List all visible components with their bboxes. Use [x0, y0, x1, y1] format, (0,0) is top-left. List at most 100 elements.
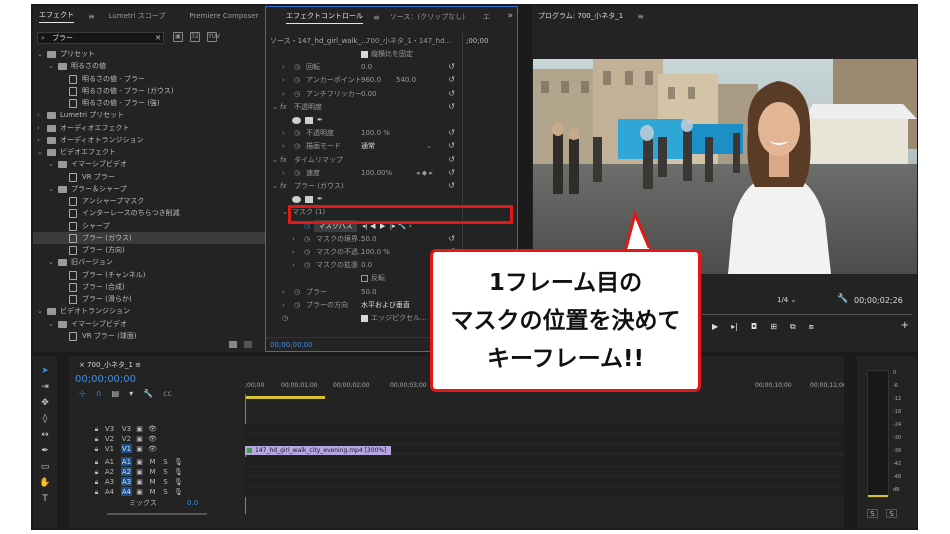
ec-checkbox-row[interactable]: 反転: [361, 272, 385, 284]
tab-premiere-composer[interactable]: Premiere Composer: [189, 12, 258, 20]
track-label[interactable]: V1: [104, 444, 115, 453]
settings-icon[interactable]: 🔧: [143, 389, 153, 398]
delete-icon[interactable]: [244, 341, 252, 348]
solo-button[interactable]: S: [160, 477, 171, 486]
snap-icon[interactable]: ∩: [96, 389, 102, 398]
effects-tree-item[interactable]: › オーディオトランジション: [33, 134, 284, 146]
type-tool-icon[interactable]: T: [42, 494, 48, 504]
lock-icon[interactable]: 🔒︎: [91, 444, 102, 453]
panel-menu-icon[interactable]: ≡: [637, 12, 644, 21]
chevron-right-icon[interactable]: ›: [292, 246, 295, 258]
pen-tool-icon[interactable]: ✒: [41, 446, 49, 456]
lock-icon[interactable]: 🔒︎: [91, 477, 102, 486]
chevron-right-icon[interactable]: ›: [282, 74, 285, 86]
effects-tree-item[interactable]: ブラー (方向): [33, 244, 284, 256]
ripple-edit-tool-icon[interactable]: ✥: [41, 398, 49, 408]
chevron-down-icon[interactable]: ⌄: [48, 318, 54, 330]
effects-tree-item[interactable]: ⌄ プリセット: [33, 48, 284, 60]
sync-lock-icon[interactable]: ▣: [134, 487, 145, 496]
track-lane[interactable]: [245, 424, 844, 434]
stopwatch-icon[interactable]: ◷: [304, 246, 310, 258]
chevron-down-icon[interactable]: ⌄: [48, 183, 54, 195]
effects-tree-item[interactable]: 明るさの値 - ブラー (強): [33, 97, 284, 109]
program-scrubber[interactable]: [702, 314, 912, 315]
reset-icon[interactable]: ↺: [448, 127, 455, 139]
selection-tool-icon[interactable]: ➤: [41, 366, 49, 376]
stopwatch-icon[interactable]: ◷: [304, 233, 310, 245]
comparison-view-icon[interactable]: ⊞: [770, 322, 777, 332]
reset-icon[interactable]: ↺: [448, 233, 455, 245]
effects-tree-item[interactable]: VR ブラー: [33, 171, 284, 183]
effects-tree-item[interactable]: 明るさの値 - ブラー: [33, 73, 284, 85]
chevron-right-icon[interactable]: ›: [37, 134, 40, 146]
chevron-right-icon[interactable]: ›: [282, 299, 285, 311]
lock-icon[interactable]: 🔒︎: [91, 457, 102, 466]
captions-icon[interactable]: cc: [163, 389, 172, 398]
chevron-right-icon[interactable]: ›: [292, 233, 295, 245]
yuv-effects-icon[interactable]: YUV: [207, 32, 220, 42]
effects-search-input[interactable]: ⌕ ブラー ✕: [37, 32, 164, 44]
chevron-down-icon[interactable]: ⌄: [48, 158, 54, 170]
fx-icon[interactable]: fx: [280, 154, 287, 166]
reset-icon[interactable]: ↺: [448, 180, 455, 192]
stopwatch-icon[interactable]: ◷: [294, 167, 300, 179]
slip-tool-icon[interactable]: ↔: [41, 430, 49, 440]
ec-param-value-2[interactable]: 540.0: [396, 74, 416, 86]
effects-tree-item[interactable]: ブラー (チャンネル): [33, 269, 284, 281]
chevron-down-icon[interactable]: ⌄: [282, 206, 288, 218]
track-lane[interactable]: [245, 434, 844, 444]
ec-checkbox-row[interactable]: エッジピクセル...: [361, 312, 427, 324]
ec-param-value[interactable]: 960.0: [361, 74, 381, 86]
lift-icon[interactable]: ⧉: [790, 322, 796, 332]
stopwatch-icon[interactable]: ◷: [294, 286, 300, 298]
track-target[interactable]: A2: [121, 467, 132, 476]
hand-tool-icon[interactable]: ✋: [39, 478, 50, 488]
track-label[interactable]: V3: [104, 424, 115, 433]
effects-tree-item[interactable]: 明るさの値 - ブラー (ガウス): [33, 85, 284, 97]
sync-lock-icon[interactable]: ▣: [134, 424, 145, 433]
marker-icon[interactable]: ▾: [129, 389, 133, 398]
clear-search-icon[interactable]: ✕: [155, 33, 161, 43]
track-target[interactable]: V2: [121, 434, 132, 443]
linked-selection-icon[interactable]: ▤: [112, 389, 120, 398]
chevron-down-icon[interactable]: ⌄: [48, 60, 54, 72]
checkbox[interactable]: [361, 50, 368, 58]
play-icon[interactable]: ▶: [712, 322, 718, 332]
wrench-icon[interactable]: 🔧: [837, 294, 848, 304]
ec-checkbox-row[interactable]: 縦横比を固定: [361, 48, 413, 60]
fx-icon[interactable]: fx: [280, 180, 287, 192]
ec-param-value[interactable]: 0.0: [361, 61, 372, 73]
effects-tree-item[interactable]: › Lumetri プリセット: [33, 109, 284, 121]
stopwatch-icon[interactable]: ◷: [294, 299, 300, 311]
effects-tree-item[interactable]: ⌄ 明るさの値: [33, 60, 284, 72]
tab-source[interactable]: ソース：(クリップなし): [390, 12, 465, 22]
lock-icon[interactable]: 🔒︎: [91, 434, 102, 443]
effects-tree-item[interactable]: ⌄ イマーシブビデオ: [33, 318, 284, 330]
effects-tree-item[interactable]: インターレースのちらつき削減: [33, 207, 284, 219]
sync-lock-icon[interactable]: ▣: [134, 434, 145, 443]
reset-icon[interactable]: ↺: [448, 101, 455, 113]
effects-tree-item[interactable]: ⌄ ビデオトランジション: [33, 305, 284, 317]
track-label[interactable]: A1: [104, 457, 115, 466]
track-lane[interactable]: [245, 487, 844, 497]
stopwatch-icon[interactable]: ◷: [282, 312, 288, 324]
ec-param-value[interactable]: 50.0: [361, 233, 377, 245]
track-target[interactable]: A4: [121, 487, 132, 496]
rectangle-mask-icon[interactable]: [305, 195, 313, 203]
effects-tree-item[interactable]: ブラー (滑らか): [33, 293, 284, 305]
eye-icon[interactable]: 👁: [147, 434, 158, 443]
mute-button[interactable]: M: [147, 487, 158, 496]
chevron-down-icon[interactable]: ⌄: [272, 101, 278, 113]
timeline-timecode[interactable]: 00;00;00;00: [75, 374, 136, 385]
extract-icon[interactable]: ⧈: [809, 322, 814, 332]
export-frame-icon[interactable]: ◘: [751, 322, 757, 332]
sequence-clip-label[interactable]: 700_小ネタ_1・147_hd...: [366, 35, 451, 47]
chevron-down-icon[interactable]: ⌄: [272, 154, 278, 166]
chevron-right-icon[interactable]: ›: [37, 109, 40, 121]
chevron-right-icon[interactable]: ›: [282, 127, 285, 139]
track-target[interactable]: A1: [121, 457, 132, 466]
track-lane[interactable]: [245, 457, 844, 467]
stopwatch-icon[interactable]: ◷: [294, 61, 300, 73]
eye-icon[interactable]: 👁: [147, 444, 158, 453]
track-label[interactable]: A2: [104, 467, 115, 476]
